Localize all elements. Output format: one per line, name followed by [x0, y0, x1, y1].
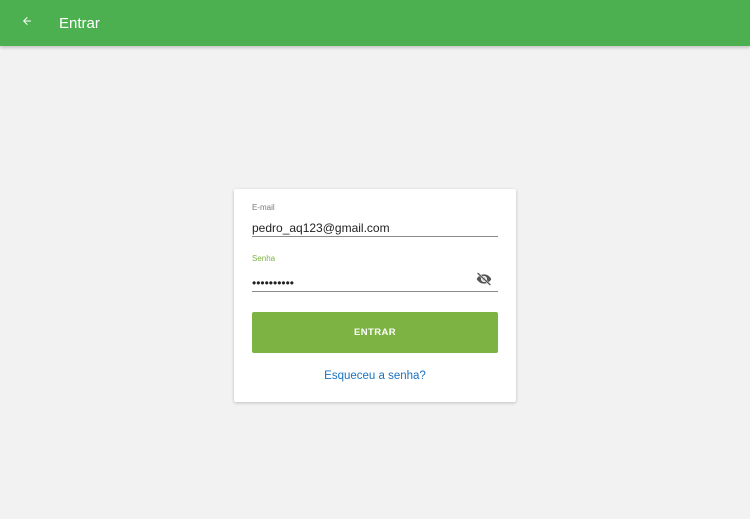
password-label: Senha: [252, 254, 276, 263]
back-button[interactable]: [18, 14, 36, 32]
arrow-left-icon: [21, 14, 33, 32]
forgot-password-link[interactable]: Esqueceu a senha?: [234, 370, 516, 382]
password-field: Senha: [252, 254, 498, 292]
email-label: E-mail: [252, 203, 275, 212]
email-field: E-mail: [252, 203, 498, 237]
email-underline: [252, 236, 498, 237]
password-input[interactable]: [252, 276, 472, 290]
email-input[interactable]: [252, 221, 472, 235]
page-title: Entrar: [59, 14, 100, 32]
login-card: E-mail Senha ENTRAR Esqueceu a senha?: [234, 189, 516, 402]
eye-off-icon: [476, 271, 492, 291]
login-submit-button[interactable]: ENTRAR: [252, 312, 498, 353]
toggle-password-visibility-button[interactable]: [475, 271, 492, 291]
password-underline: [252, 291, 498, 292]
app-bar: Entrar: [0, 0, 750, 46]
